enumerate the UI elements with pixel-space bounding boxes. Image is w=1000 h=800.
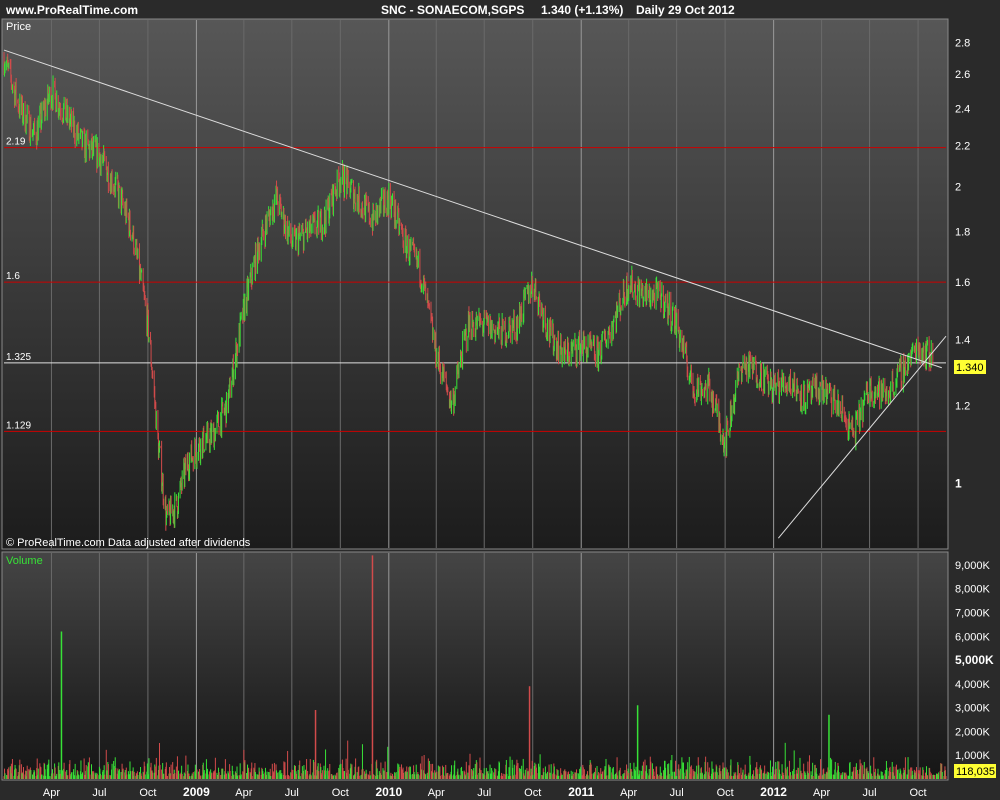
volume-panel [1,551,949,781]
instrument-name: SNC - SONAECOM,SGPS [381,3,524,17]
level-label: 2.19 [6,137,26,148]
period-label: Daily 29 Oct 2012 [636,3,735,17]
price-tick-label: 2.4 [955,103,970,115]
volume-panel-label: Volume [6,555,43,567]
price-tick-label: 1.6 [955,277,970,289]
volume-tick-label: 7,000K [955,607,991,619]
volume-tick-label: 8,000K [955,584,991,596]
price-tick-label: 2.6 [955,69,970,81]
price-panel-label: Price [6,21,31,33]
x-tick-label: 2009 [183,785,210,799]
x-tick-label: Jul [477,787,491,799]
x-tick-label: Apr [620,787,637,799]
volume-tick-label: 3,000K [955,703,991,715]
x-tick-label: 2010 [375,785,402,799]
volume-axis: 1,000K 2,000K 3,000K 4,000K 5,000K 6,000K 7,00… [955,560,994,762]
quote-value: 1.340 (+1.13%) [541,3,623,17]
level-label: 1.325 [6,352,31,363]
x-tick-label: Apr [43,787,60,799]
price-tick-label: 1 [955,476,962,490]
x-tick-label: Oct [524,787,541,799]
price-tick-label: 2.2 [955,141,970,153]
x-tick-label: Jul [670,787,684,799]
volume-tick-label: 9,000K [955,560,991,572]
last-price-label: 1.340 [956,362,984,374]
price-axis: 1 1.2 1.4 1.6 1.8 2 2.2 2.4 2.6 2.8 [955,37,970,490]
price-tick-label: 1.8 [955,227,970,239]
x-tick-label: Oct [909,787,926,799]
volume-tick-label: 6,000K [955,631,991,643]
price-tick-label: 1.4 [955,334,970,346]
x-tick-label: Apr [235,787,252,799]
price-tick-label: 2.8 [955,37,970,49]
level-label: 1.6 [6,271,20,282]
time-axis: Apr Jul Oct 2009 Apr Jul Oct 2010 Apr Jul Oct 2011 A… [43,785,927,799]
x-tick-label: Apr [428,787,445,799]
x-tick-label: Apr [813,787,830,799]
price-tick-label: 1.2 [955,400,970,412]
x-tick-label: Jul [92,787,106,799]
volume-tick-label: 2,000K [955,726,991,738]
price-tick-label: 2 [955,181,961,193]
x-tick-label: Oct [139,787,156,799]
level-label: 1.129 [6,420,31,431]
site-name[interactable]: www.ProRealTime.com [5,3,138,17]
volume-tick-label: 5,000K [955,653,994,667]
x-tick-label: 2011 [568,785,594,799]
volume-tick-label: 4,000K [955,679,991,691]
x-tick-label: Oct [332,787,349,799]
price-volume-chart: www.ProRealTime.com SNC - SONAECOM,SGPS … [0,0,1000,799]
x-tick-label: 2012 [760,785,787,799]
x-tick-label: Oct [717,787,734,799]
x-tick-label: Jul [285,787,299,799]
volume-tick-label: 1,000K [955,750,991,762]
price-panel-footer: © ProRealTime.com Data adjusted after di… [6,537,251,549]
x-tick-label: Jul [863,787,877,799]
last-volume-label: 118,035 [956,766,995,778]
